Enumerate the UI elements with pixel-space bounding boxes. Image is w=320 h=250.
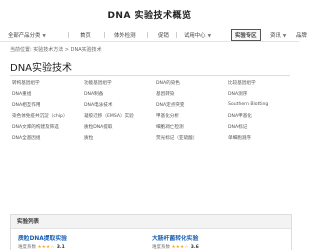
technique-link[interactable]: Southern Blotting — [228, 102, 268, 107]
rating-value: 3.1 — [56, 245, 65, 250]
nav-label: 试用中心 — [184, 33, 206, 39]
nav-item-experiments[interactable]: 实验专区 — [231, 29, 261, 41]
main-nav: 全部产品分类 ▼ 首页 体外检测 促销 试用中心 ▼ 实验专区 资讯 ▼ 品牌 — [0, 29, 307, 42]
technique-link[interactable]: 基因转染 — [156, 91, 174, 97]
breadcrumb: 当前位置: 实验技术方法 > DNA实验技术 — [10, 47, 102, 53]
nav-divider — [176, 32, 177, 38]
nav-item-brand[interactable]: 品牌 — [296, 31, 307, 39]
chevron-down-icon: ▼ — [207, 34, 212, 39]
technique-link[interactable]: 荧光标记（亚硫酸） — [156, 135, 197, 141]
nav-item-all-categories[interactable]: 全部产品分类 ▼ — [8, 31, 46, 39]
chevron-down-icon: ▼ — [282, 34, 287, 39]
nav-item-trial-center[interactable]: 试用中心 ▼ — [184, 31, 211, 39]
nav-item-promotion[interactable]: 促销 — [158, 31, 169, 39]
technique-link[interactable]: 比较基因组学 — [228, 80, 256, 86]
panel-header: 实验列表 — [11, 215, 291, 229]
technique-link[interactable]: 凝胶迁移（EMSA）实验 — [84, 113, 134, 119]
rating-value: 3.6 — [190, 245, 199, 250]
card-title[interactable]: 质粒DNA提取实验 — [18, 233, 150, 242]
nav-item-home[interactable]: 首页 — [80, 31, 91, 39]
card-title[interactable]: 大肠杆菌转化实验 — [152, 233, 284, 242]
page-title: DNA 实验技术概览 — [107, 11, 192, 21]
technique-link[interactable]: DNA制备 — [84, 91, 103, 97]
section-divider — [10, 75, 290, 76]
technique-link[interactable]: 质粒DNA提取 — [84, 124, 113, 130]
card-meta: 难度系数 ★★★☆ 3.6 — [152, 244, 284, 250]
technique-link[interactable]: DNA甲基化 — [228, 113, 252, 119]
nav-divider — [147, 32, 148, 38]
technique-link[interactable]: 细胞凋亡检测 — [156, 124, 184, 130]
section-title: DNA实验技术 — [10, 63, 73, 74]
technique-link[interactable]: DNA文库的构建及筛选 — [12, 124, 59, 130]
technique-link[interactable]: DNA重组 — [12, 91, 31, 97]
experiment-card[interactable]: 大肠杆菌转化实验 难度系数 ★★★☆ 3.6 — [152, 233, 284, 250]
difficulty-label: 难度系数 — [18, 245, 36, 250]
technique-link[interactable]: 转构基因组学 — [12, 80, 40, 86]
technique-link[interactable]: DNA定点突变 — [156, 102, 185, 108]
technique-link[interactable]: DNA测序 — [228, 91, 247, 97]
nav-divider — [104, 32, 105, 38]
technique-link[interactable]: DNA的染色 — [156, 80, 180, 86]
technique-link[interactable]: DNA相互作用 — [12, 102, 41, 108]
star-rating-icon: ★★★☆ — [171, 245, 189, 250]
technique-link[interactable]: 甲基化分析 — [156, 113, 179, 119]
experiment-card[interactable]: 质粒DNA提取实验 难度系数 ★★★☆ 3.1 — [18, 233, 150, 250]
nav-item-in-vitro[interactable]: 体外检测 — [114, 31, 136, 39]
technique-link[interactable]: DNA全基因组 — [12, 135, 41, 141]
star-rating-icon: ★★★☆ — [37, 245, 55, 250]
nav-divider — [68, 32, 69, 38]
technique-link[interactable]: 单细胞测序 — [228, 135, 251, 141]
nav-label: 资讯 — [270, 33, 281, 39]
card-meta: 难度系数 ★★★☆ 3.1 — [18, 244, 150, 250]
technique-link[interactable]: 质粒 — [84, 135, 93, 141]
technique-link[interactable]: 染色体免疫共沉淀（chip） — [12, 113, 68, 119]
chevron-down-icon: ▼ — [42, 34, 46, 39]
technique-link[interactable]: DNA电泳技术 — [84, 102, 113, 108]
technique-link[interactable]: 功能基因组学 — [84, 80, 112, 86]
nav-label: 全部产品分类 — [8, 33, 41, 39]
technique-link[interactable]: DNA标记 — [228, 124, 247, 130]
nav-item-news[interactable]: 资讯 ▼ — [270, 31, 286, 39]
difficulty-label: 难度系数 — [152, 245, 170, 250]
